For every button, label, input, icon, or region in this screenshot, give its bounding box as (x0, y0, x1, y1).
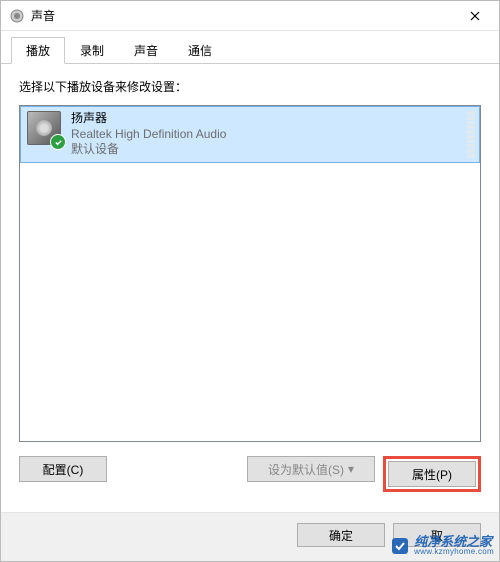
device-status: 默认设备 (71, 142, 226, 158)
titlebar: 声音 (1, 1, 499, 31)
default-check-icon (50, 134, 66, 150)
close-button[interactable] (452, 2, 497, 30)
set-default-button[interactable]: 设为默认值(S) ▾ (247, 456, 375, 482)
tab-content: 选择以下播放设备来修改设置： 扬声器 Realtek High Definiti… (1, 64, 499, 512)
device-info: 扬声器 Realtek High Definition Audio 默认设备 (71, 111, 226, 158)
device-description: Realtek High Definition Audio (71, 127, 226, 143)
tab-recording[interactable]: 录制 (65, 37, 119, 64)
ok-button[interactable]: 确定 (297, 523, 385, 547)
window-title: 声音 (31, 7, 452, 24)
instruction-text: 选择以下播放设备来修改设置： (19, 78, 481, 95)
device-item-speakers[interactable]: 扬声器 Realtek High Definition Audio 默认设备 (20, 106, 480, 163)
sound-dialog: 声音 播放 录制 声音 通信 选择以下播放设备来修改设置： (0, 0, 500, 562)
bottom-button-row: 配置(C) 设为默认值(S) ▾ 属性(P) (19, 456, 481, 492)
watermark: 纯净系统之家 www.kzmyhome.com (390, 535, 494, 556)
tab-playback[interactable]: 播放 (11, 37, 65, 64)
tab-sounds[interactable]: 声音 (119, 37, 173, 64)
tab-strip: 播放 录制 声音 通信 (1, 37, 499, 64)
configure-button[interactable]: 配置(C) (19, 456, 107, 482)
device-name: 扬声器 (71, 111, 226, 127)
chevron-down-icon: ▾ (348, 462, 354, 476)
device-list[interactable]: 扬声器 Realtek High Definition Audio 默认设备 (19, 105, 481, 442)
sound-icon (9, 8, 25, 24)
properties-button[interactable]: 属性(P) (388, 461, 476, 487)
watermark-icon (390, 536, 410, 556)
highlight-annotation: 属性(P) (383, 456, 481, 492)
level-meter (467, 111, 475, 158)
tab-communications[interactable]: 通信 (173, 37, 227, 64)
device-icon-wrap (27, 111, 63, 147)
watermark-text: 纯净系统之家 www.kzmyhome.com (414, 535, 494, 556)
